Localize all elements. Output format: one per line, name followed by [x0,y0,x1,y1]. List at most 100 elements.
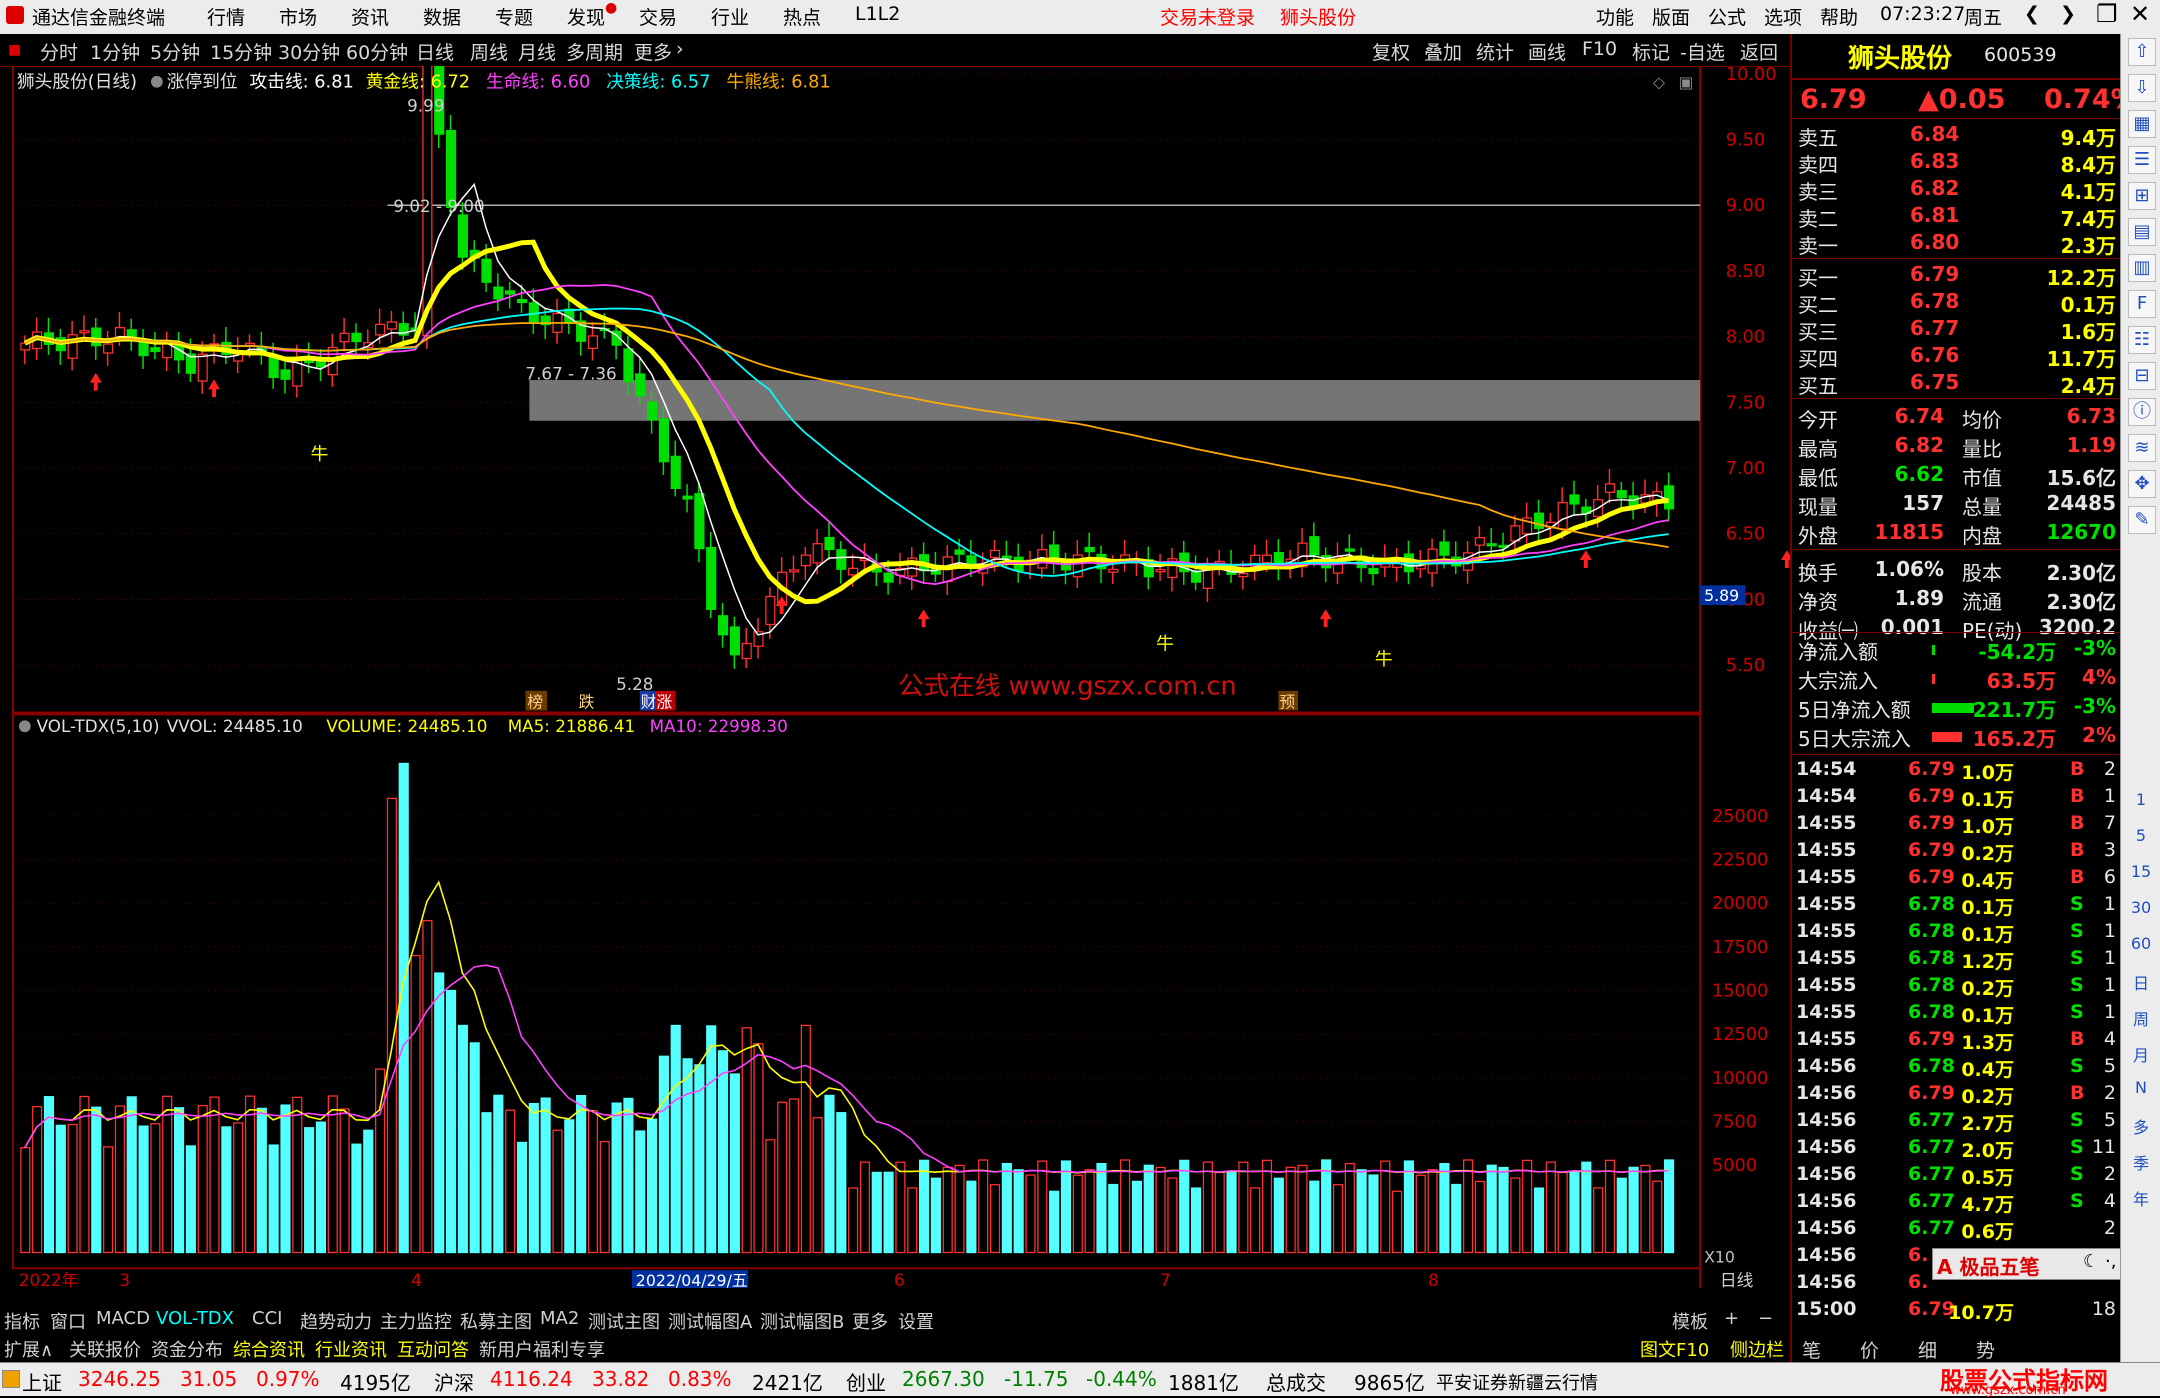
f10-button[interactable]: 图文F10 [1640,1336,1709,1362]
menu-item[interactable]: 行情 [207,3,245,30]
toolbar-button[interactable]: 统计 [1476,38,1514,65]
menu-item[interactable]: 交易 [639,3,677,30]
extension-tab[interactable]: 扩展∧ [4,1336,53,1362]
menu-item[interactable]: 资讯 [351,3,389,30]
period-tab[interactable]: 1分钟 [90,38,140,65]
extension-tab[interactable]: 互动问答 [397,1336,469,1362]
indicator-tab[interactable]: 窗口 [50,1308,86,1334]
indicator-tab[interactable]: 测试幅图A [668,1308,752,1334]
period-shortcut[interactable]: 60 [2127,934,2155,953]
indicator-tab[interactable]: 设置 [898,1308,934,1334]
event-marker[interactable]: 跌 [579,693,595,712]
indicator-tab[interactable]: MA2 [540,1308,579,1329]
ime-toolbar[interactable]: A 极品五笔 ☾ ·, [1932,1248,2130,1280]
indicator-tab[interactable]: MACD [96,1308,150,1329]
period-tab[interactable]: 分时 [40,38,78,65]
quote-tab[interactable]: 势 [1976,1336,1995,1363]
period-shortcut[interactable]: 季 [2127,1150,2155,1174]
menu-item[interactable]: L1L2 [855,3,900,25]
period-tab[interactable]: 15分钟 [210,38,272,65]
pen-icon[interactable]: ✎ [2128,506,2156,534]
menu-item[interactable]: 公式 [1708,3,1746,30]
toolbar-button[interactable]: 标记 [1632,38,1670,65]
event-marker[interactable]: 榜 [527,693,543,712]
period-shortcut[interactable]: 30 [2127,898,2155,917]
quote-tab[interactable]: 笔 [1802,1336,1821,1363]
menu-item[interactable]: 帮助 [1820,3,1858,30]
period-shortcut[interactable]: 周 [2127,1006,2155,1030]
indicator-tab[interactable]: 私募主图 [460,1308,532,1334]
period-tab-active[interactable]: 日线 [416,38,454,65]
add-button[interactable]: + [1724,1308,1739,1329]
period-tab[interactable]: 5分钟 [150,38,200,65]
indicator-tab[interactable]: 趋势动力 [300,1308,372,1334]
index-label[interactable]: 沪深 [434,1367,474,1396]
indicator-tab[interactable]: 主力监控 [380,1308,452,1334]
extension-tab[interactable]: 综合资讯 [233,1336,305,1362]
index-label[interactable]: 上证 [22,1367,62,1396]
period-tab[interactable]: 30分钟 [278,38,340,65]
period-shortcut[interactable]: 日 [2127,970,2155,994]
toolbar-button[interactable]: 返回 [1740,38,1778,65]
table-icon[interactable]: ▥ [2128,254,2156,282]
period-shortcut[interactable]: 15 [2127,862,2155,881]
forward-icon[interactable]: ❯ [2060,3,2076,25]
event-marker[interactable]: 财 [641,693,657,712]
period-shortcut[interactable]: N [2127,1078,2155,1097]
rsi-icon[interactable]: ≋ [2128,434,2156,462]
close-icon[interactable]: ✕ [2130,0,2150,28]
period-tab-more[interactable]: 更多 [634,38,672,65]
indicator-tab[interactable]: 测试幅图B [760,1308,844,1334]
period-shortcut[interactable]: 5 [2127,826,2155,845]
grid-icon[interactable]: ▦ [2128,110,2156,138]
extension-tab[interactable]: 资金分布 [151,1336,223,1362]
period-tab[interactable]: 周线 [470,38,508,65]
indicator-tab[interactable]: 指标 [4,1308,40,1334]
period-shortcut[interactable]: 1 [2127,790,2155,809]
ime-punct-icon[interactable]: ·, [2105,1251,2116,1272]
chart-area[interactable]: 10.009.509.008.508.007.507.006.506.005.5… [0,66,1790,1288]
index-label[interactable]: 创业 [846,1367,886,1396]
extension-tab[interactable]: 新用户福利专享 [479,1336,605,1362]
quote-tab[interactable]: 细 [1918,1336,1937,1363]
toolbar-button[interactable]: 复权 [1372,38,1410,65]
period-tab[interactable]: 月线 [518,38,556,65]
move-icon[interactable]: ✥ [2128,470,2156,498]
info-icon[interactable]: ⓘ [2128,398,2156,426]
down-arrow-icon[interactable]: ⇩ [2128,74,2156,102]
status-icon[interactable] [2,1370,20,1388]
toolbar-button[interactable]: -自选 [1680,38,1725,65]
list-icon[interactable]: ☰ [2128,146,2156,174]
indicator-tab[interactable]: VOL-TDX [156,1308,234,1329]
broker-name[interactable]: 平安证券新疆云行情 [1436,1369,1598,1395]
vol-settings-icon[interactable] [18,720,31,733]
menu-item[interactable]: 功能 [1596,3,1634,30]
menu-item[interactable]: 发现 [567,3,605,30]
extension-tab[interactable]: 关联报价 [69,1336,141,1362]
toolbar-button[interactable]: 画线 [1528,38,1566,65]
panel-close-icon[interactable]: ▣ [1678,73,1693,92]
menu-item[interactable]: 版面 [1652,3,1690,30]
back-icon[interactable]: ❮ [2024,3,2040,25]
remove-button[interactable]: − [1758,1308,1773,1329]
f10-icon[interactable]: F [2128,290,2156,318]
menu-item[interactable]: 行业 [711,3,749,30]
toolbar-button[interactable]: 叠加 [1424,38,1462,65]
indicator-tab[interactable]: 更多 [852,1308,888,1334]
chart-icon[interactable]: ⊞ [2128,182,2156,210]
period-tab[interactable]: 多周期 [566,38,623,65]
period-shortcut[interactable]: 多 [2127,1114,2155,1138]
menu-item[interactable]: 选项 [1764,3,1802,30]
indicator-tab[interactable]: CCI [252,1308,282,1329]
doc-icon[interactable]: ☷ [2128,326,2156,354]
ime-moon-icon[interactable]: ☾ [2083,1251,2099,1272]
up-arrow-icon[interactable]: ⇧ [2128,38,2156,66]
quote-tab[interactable]: 价 [1860,1336,1879,1363]
diamond-icon[interactable]: ◇ [1653,73,1666,92]
indicator-tab[interactable]: 测试主图 [588,1308,660,1334]
menu-item[interactable]: 热点 [783,3,821,30]
toolbar-button[interactable]: F10 [1582,38,1617,60]
event-marker[interactable]: 涨 [657,693,673,712]
template-button[interactable]: 模板 [1672,1308,1708,1334]
extension-tab[interactable]: 行业资讯 [315,1336,387,1362]
